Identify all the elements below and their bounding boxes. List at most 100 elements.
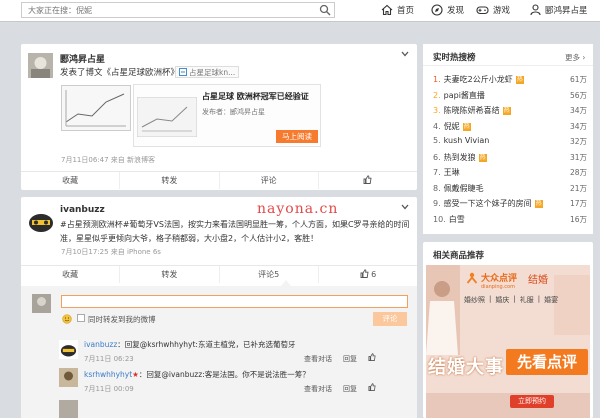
hot-search-text: 陈晓陈妍希喜结 [443,106,500,115]
repost-checkbox[interactable] [77,314,85,322]
dianping-logo-icon [466,272,478,284]
comment-button[interactable]: 评论 [220,172,319,189]
hot-search-rank: 4. [433,121,441,131]
article-image[interactable] [61,85,131,131]
hot-search-item[interactable]: 9. 感受一下这个妹子的房间热 17万 [433,198,587,209]
hot-search-rank: 9. [433,199,441,208]
nav-home-label: 首页 [397,6,415,16]
avatar[interactable] [28,53,53,78]
article-title: 占星足球 欧洲杯冠军已经验证 [202,92,309,101]
link-icon [179,68,187,76]
hot-search-item[interactable]: 10. 白雪 16万 [433,214,587,225]
article-publisher: 发布者：郾鸿昇占星 [202,108,265,116]
nav-user[interactable]: 郾鸿昇占星 [530,3,588,17]
search-box[interactable] [21,2,335,18]
hot-search-item[interactable]: 4. 倪妮热 34万 [433,121,587,132]
nav-game-label: 游戏 [493,6,511,16]
article-link[interactable]: 占星足球kn... [175,66,240,78]
read-now-button[interactable]: 马上阅读 [276,130,318,143]
hot-search-rank: 2. [433,90,441,100]
thumbs-up-icon[interactable] [368,383,376,391]
hot-search-count: 61万 [569,75,587,84]
nav-user-label: 郾鸿昇占星 [545,6,588,16]
thumbs-up-icon[interactable] [368,353,376,361]
hot-search-rank: 10. [433,214,446,224]
nav-discover[interactable]: 发现 [431,3,464,17]
nav-discover-label: 发现 [447,6,465,16]
gamepad-icon [476,6,489,15]
hot-badge: 热 [502,107,511,115]
hot-search-item[interactable]: 8. 佩戴假睫毛 21万 [433,183,587,194]
comment-2: ksrhwhhyhyt★：回复@ivanbuzz:客是法国。你不是说法胜一筹？ [84,369,310,380]
divider [423,65,593,66]
reply-link[interactable]: 回复 [343,384,357,394]
category: 婚纱照 [464,296,485,304]
repost-button[interactable]: 转发 [120,172,220,189]
comment-text: ：回复@ksrhwhhyhyt:东道主植党，已补充选葡萄牙 [117,340,296,349]
chevron-down-icon[interactable] [401,51,409,57]
like-button[interactable] [319,172,417,189]
submit-comment-button[interactable]: 评论 [373,312,407,326]
hot-search-panel: 实时热搜榜 更多 › 1. 夫妻吃2公斤小龙虾热 61万 2. papi酱直播 56万 3.… [423,44,593,234]
brand-domain: dianping.com [481,284,515,290]
comment-avatar[interactable] [59,368,78,387]
post-author[interactable]: ivanbuzz [60,205,105,215]
hot-search-text: 倪妮 [443,121,460,131]
hot-search-item[interactable]: 5. kush Vivian 32万 [433,136,587,147]
hot-search-rank: 8. [433,183,441,193]
more-link[interactable]: 更多 › [565,52,585,63]
comment-button[interactable]: 评论5 [220,266,319,283]
avatar[interactable] [26,206,56,236]
repost-button[interactable]: 转发 [120,266,220,283]
favorite-button[interactable]: 收藏 [21,266,121,283]
separator: | [513,295,516,303]
comment-time: 7月11日 06:23 [84,355,134,363]
category: 婚宴 [544,296,559,304]
hot-search-item[interactable]: 3. 陈晓陈妍希喜结热 34万 [433,105,587,116]
hot-search-text: 王琳 [443,168,460,177]
article-card[interactable]: 占星足球 欧洲杯冠军已经验证 发布者：郾鸿昇占星 马上阅读 [133,84,321,147]
search-icon[interactable] [319,4,331,16]
post-author[interactable]: 郾鸿昇占星 [60,52,105,65]
hot-search-rank: 6. [433,152,441,162]
hot-search-item[interactable]: 7. 王琳 28万 [433,167,587,178]
chevron-down-icon[interactable] [401,204,409,210]
view-conversation-link[interactable]: 查看对话 [304,384,332,394]
separator: | [489,295,492,303]
comment-author[interactable]: ivanbuzz [84,340,117,349]
chevron-right-icon: › [580,53,586,62]
view-conversation-link[interactable]: 查看对话 [304,354,332,364]
hot-search-count: 28万 [569,168,587,177]
post-timestamp[interactable]: 7月11日06:47 来自 新浪博客 [61,155,155,165]
hot-search-item[interactable]: 6. 热到发狼热 31万 [433,152,587,163]
ad-headline: 结婚大事 [428,357,504,378]
hot-badge: 热 [462,122,471,131]
comment-section: 同时转发到我的微博 评论 ivanbuzz：回复@ksrhwhhyhyt:东道主… [21,286,417,418]
repost-checkbox-label: 同时转发到我的微博 [88,315,156,324]
search-input[interactable] [22,3,312,17]
wedding-ad[interactable]: 大众点评 dianping.com 结婚 婚纱照 | 婚庆 | 礼服 | 婚宴 结婚大… [426,265,590,418]
like-button[interactable]: 6 [319,266,417,283]
post-timestamp[interactable]: 7月10日17:25 来自 iPhone 6s [61,247,161,257]
goods-title: 相关商品推荐 [433,251,485,261]
dianping-logo: 大众点评 [466,271,517,284]
nav-home[interactable]: 首页 [381,3,414,17]
watermark: nayona.cn [257,201,339,217]
book-now-button[interactable]: 立即预约 [510,395,554,408]
reply-link[interactable]: 回复 [343,354,357,364]
nav-game[interactable]: 游戏 [476,3,510,17]
hot-search-count: 16万 [569,214,587,224]
category-list: 婚纱照 | 婚庆 | 礼服 | 婚宴 [464,295,558,305]
emoji-icon[interactable] [62,314,72,324]
hot-search-rank: 5. [433,136,441,145]
comment-author[interactable]: ksrhwhhyhyt [84,370,132,379]
goods-panel: 相关商品推荐 大众点评 dianping.com 结婚 婚纱照 | 婚庆 | 礼服 |… [423,242,593,418]
comment-input[interactable] [61,295,408,308]
hot-search-count: 32万 [569,137,587,146]
feed-post-2: ivanbuzz #占星预测欧洲杯#葡萄牙VS法国，按实力来看法国明显胜一筹，个… [21,197,417,418]
hot-search-item[interactable]: 2. papi酱直播 56万 [433,90,587,101]
comment-avatar[interactable] [59,400,78,418]
favorite-button[interactable]: 收藏 [21,172,121,189]
hot-search-item[interactable]: 1. 夫妻吃2公斤小龙虾热 61万 [433,74,587,85]
comment-avatar[interactable] [59,340,78,359]
